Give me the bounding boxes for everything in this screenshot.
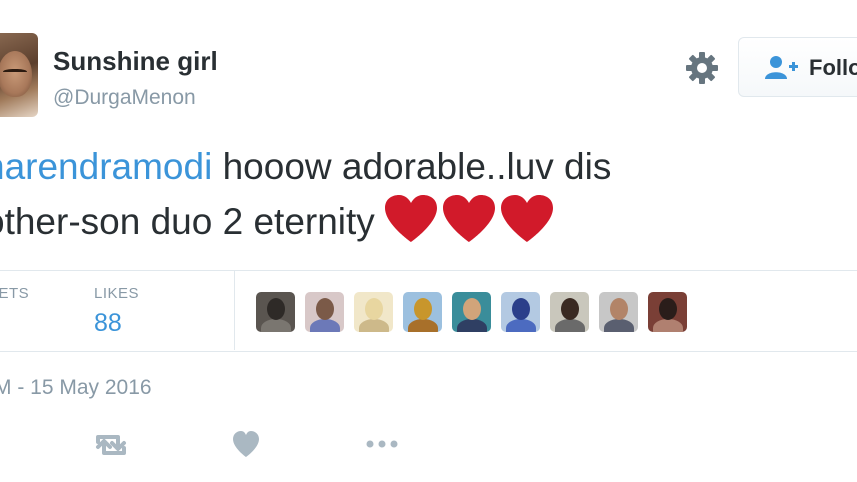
liker-head: [267, 298, 285, 320]
liker-avatar-5[interactable]: [452, 292, 491, 332]
avatar-eyes: [3, 69, 27, 76]
liker-avatar-4[interactable]: [403, 292, 442, 332]
divider-top: [0, 270, 857, 271]
heart-emojis: [383, 194, 557, 259]
follow-button[interactable]: Follo: [738, 37, 857, 97]
liker-body: [261, 319, 291, 332]
liker-head: [463, 298, 481, 320]
liker-head: [316, 298, 334, 320]
divider-bottom: [0, 351, 857, 352]
user-avatar[interactable]: [0, 33, 38, 117]
liker-avatar-7[interactable]: [550, 292, 589, 332]
red-heart-icon: [442, 195, 495, 242]
liker-avatar-6[interactable]: [501, 292, 540, 332]
gear-icon[interactable]: [684, 50, 720, 86]
liker-body: [457, 319, 487, 332]
liker-body: [310, 319, 340, 332]
stats-divider: [234, 270, 235, 350]
liker-head: [365, 298, 383, 320]
liker-avatar-3[interactable]: [354, 292, 393, 332]
retweet-icon[interactable]: [92, 428, 130, 462]
liker-head: [414, 298, 432, 320]
tweet-line-1: narendramodi hooow adorable..luv dis: [0, 140, 857, 194]
retweets-label[interactable]: EETS: [0, 285, 29, 302]
liker-avatar-1[interactable]: [256, 292, 295, 332]
likes-label[interactable]: LIKES: [94, 285, 139, 302]
follow-label: Follo: [809, 55, 857, 80]
liker-body: [653, 319, 683, 332]
add-user-icon: [765, 56, 798, 79]
heart-icon[interactable]: [232, 428, 260, 462]
user-handle[interactable]: @DurgaMenon: [53, 86, 196, 110]
liker-body: [506, 319, 536, 332]
liker-avatar-8[interactable]: [599, 292, 638, 332]
tweet-card: Sunshine girl @DurgaMenon Follo narendra…: [0, 0, 857, 482]
mention-link[interactable]: narendramodi: [0, 146, 212, 187]
liker-head: [512, 298, 530, 320]
tweet-text-line2: other-son duo 2 eternity: [0, 201, 375, 242]
liker-head: [610, 298, 628, 320]
liker-head: [659, 298, 677, 320]
liker-body: [555, 319, 585, 332]
likes-count[interactable]: 88: [94, 309, 122, 338]
red-heart-icon: [384, 195, 437, 242]
tweet-line-2: other-son duo 2 eternity: [0, 194, 857, 248]
liker-head: [561, 298, 579, 320]
liker-body: [359, 319, 389, 332]
more-icon[interactable]: [364, 428, 400, 462]
liker-body: [604, 319, 634, 332]
liker-avatar-9[interactable]: [648, 292, 687, 332]
display-name[interactable]: Sunshine girl: [53, 46, 218, 77]
timestamp[interactable]: PM - 15 May 2016: [0, 376, 152, 400]
tweet-text-line1: hooow adorable..luv dis: [212, 146, 612, 187]
liker-avatar-2[interactable]: [305, 292, 344, 332]
red-heart-icon: [500, 195, 553, 242]
tweet-text: narendramodi hooow adorable..luv dis oth…: [0, 140, 857, 248]
liker-body: [408, 319, 438, 332]
